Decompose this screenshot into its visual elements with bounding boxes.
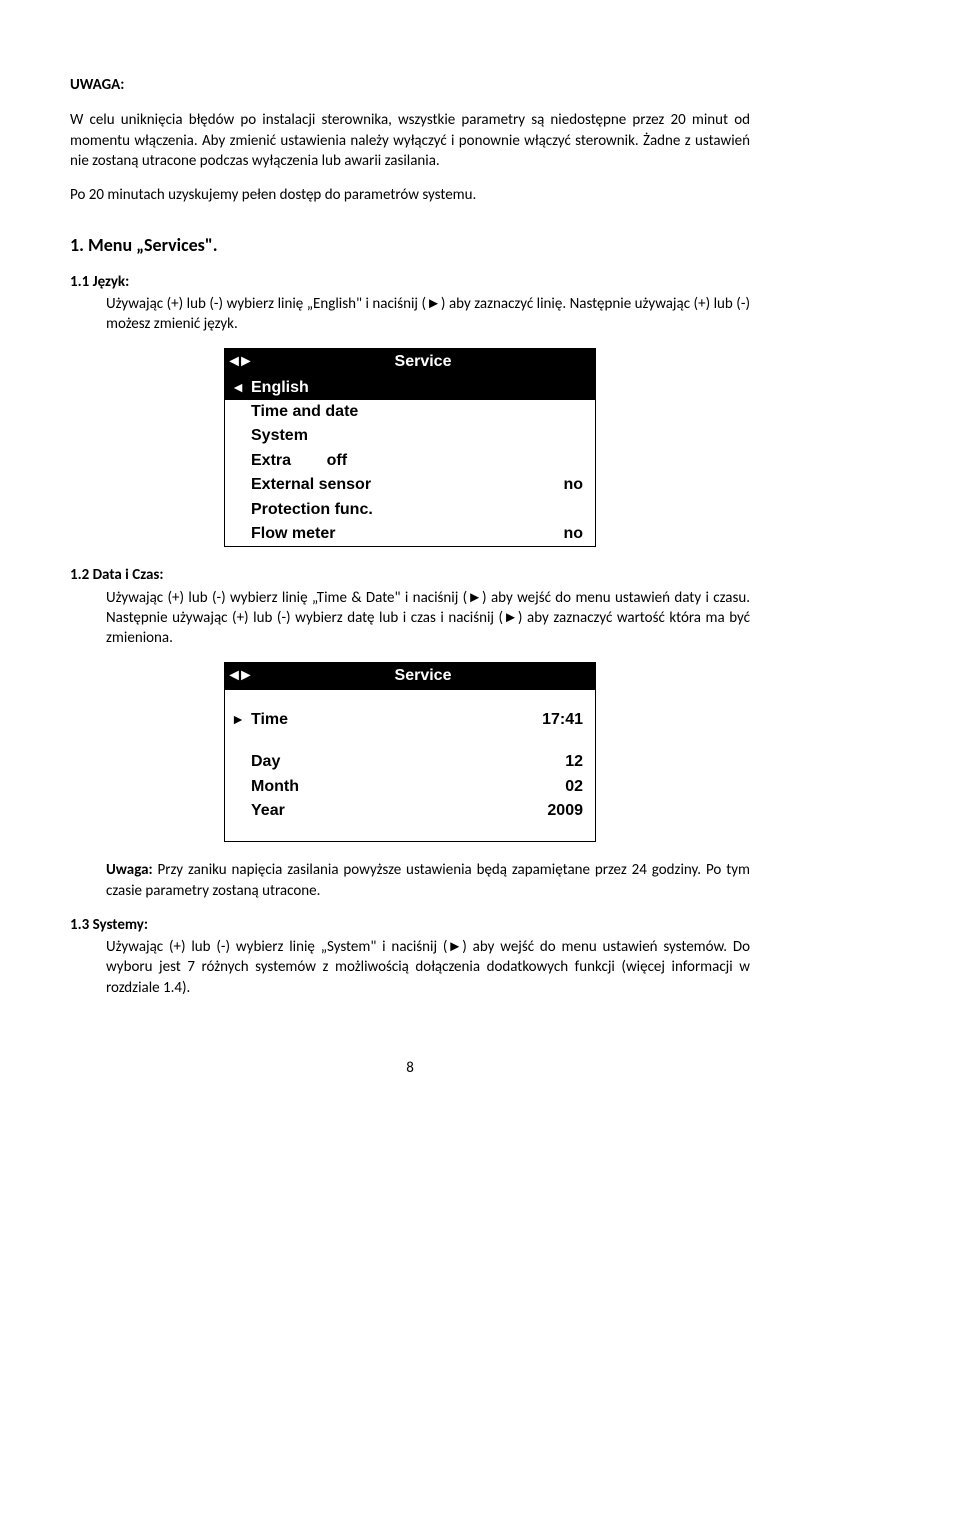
- lcd-row-day: Day 12: [225, 750, 595, 774]
- uwaga-heading: UWAGA:: [70, 75, 750, 95]
- lcd-title: Service: [251, 663, 595, 689]
- lcd-row-system: System: [225, 424, 595, 448]
- menu-services-heading: 1. Menu „Services".: [70, 233, 750, 257]
- lcd-row-month: Month 02: [225, 775, 595, 799]
- lcd-row-extra: Extra off: [225, 449, 595, 473]
- paragraph-1: W celu uniknięcia błędów po instalacji s…: [70, 110, 750, 171]
- lcd-row-time: ► Time 17:41: [225, 708, 595, 732]
- lcd-title: Service: [251, 349, 595, 375]
- lcd-row-year: Year 2009: [225, 799, 595, 823]
- lcd-header: ◄► Service: [225, 663, 595, 689]
- header-arrows-icon: ◄►: [225, 663, 251, 689]
- section-1-2-text: Używając (+) lub (-) wybierz linię „Time…: [106, 588, 750, 649]
- lcd-screen-service-time: ◄► Service ► Time 17:41 Day 12 Month 02 …: [224, 662, 596, 842]
- lcd-row-english: ◄ English: [225, 376, 595, 400]
- lcd-label: Flow meter: [251, 522, 563, 546]
- lcd-value: 02: [565, 775, 589, 799]
- lcd-label: English: [251, 376, 589, 400]
- cursor-left-icon: ◄: [225, 378, 251, 398]
- section-1-3-text: Używając (+) lub (-) wybierz linię „Syst…: [106, 937, 750, 998]
- cursor-right-icon: ►: [225, 710, 251, 730]
- lcd-row-time-and-date: Time and date: [225, 400, 595, 424]
- lcd-label: Time and date: [251, 400, 589, 424]
- section-1-2-heading: 1.2 Data i Czas:: [70, 565, 750, 585]
- note-label: Uwaga:: [106, 861, 153, 879]
- lcd-value: 17:41: [542, 708, 589, 732]
- lcd-row-flow-meter: Flow meter no: [225, 522, 595, 546]
- lcd-header: ◄► Service: [225, 349, 595, 375]
- lcd-value: 12: [565, 750, 589, 774]
- note-text: Przy zaniku napięcia zasilania powyższe …: [106, 861, 750, 899]
- lcd-label: Day: [251, 750, 565, 774]
- lcd-value: no: [563, 473, 589, 497]
- lcd-label: Time: [251, 708, 542, 732]
- lcd-label: Year: [251, 799, 547, 823]
- section-1-3-heading: 1.3 Systemy:: [70, 915, 750, 935]
- lcd-value: no: [563, 522, 589, 546]
- lcd-row-external-sensor: External sensor no: [225, 473, 595, 497]
- header-arrows-icon: ◄►: [225, 349, 251, 375]
- lcd-screen-service-language: ◄► Service ◄ English Time and date Syste…: [224, 348, 596, 547]
- lcd-value: 2009: [547, 799, 589, 823]
- lcd-label: Month: [251, 775, 565, 799]
- section-1-1-text: Używając (+) lub (-) wybierz linię „Engl…: [106, 294, 750, 335]
- lcd-label: External sensor: [251, 473, 563, 497]
- lcd-row-protection-func: Protection func.: [225, 498, 595, 522]
- lcd-label: System: [251, 424, 589, 448]
- note-paragraph: Uwaga: Przy zaniku napięcia zasilania po…: [106, 860, 750, 901]
- lcd-label: Extra off: [251, 449, 589, 473]
- section-1-1-heading: 1.1 Język:: [70, 272, 750, 292]
- lcd-label: Protection func.: [251, 498, 589, 522]
- page-number: 8: [70, 1058, 750, 1078]
- paragraph-2: Po 20 minutach uzyskujemy pełen dostęp d…: [70, 185, 750, 205]
